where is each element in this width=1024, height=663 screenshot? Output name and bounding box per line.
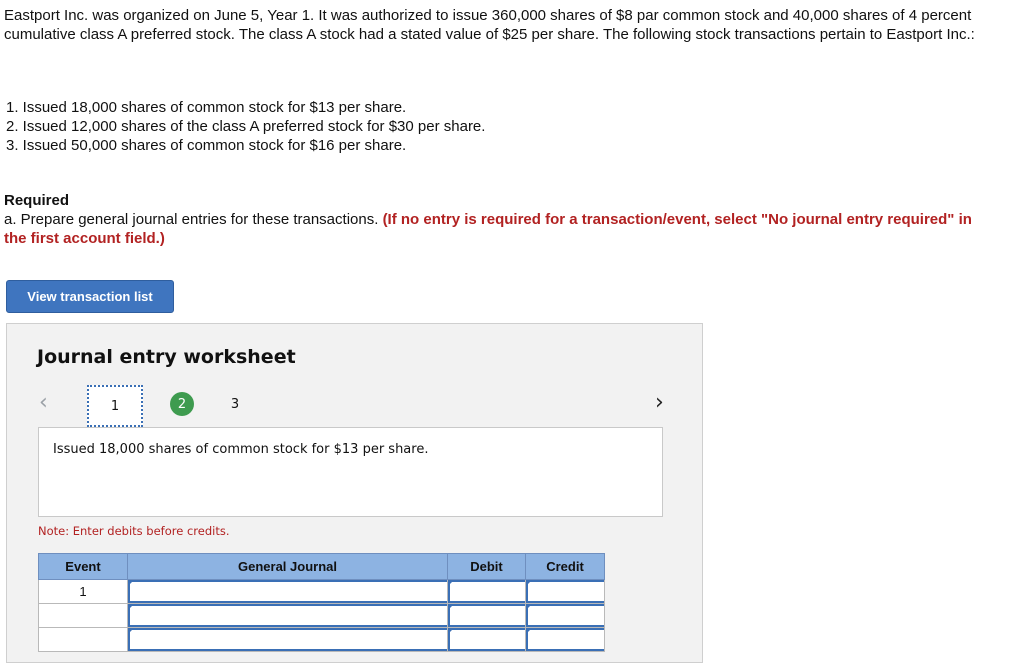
journal-entry-worksheet: Journal entry worksheet ‹ 1 2 3 › Issued… xyxy=(6,323,703,663)
credit-field[interactable] xyxy=(525,603,605,628)
entry-note: Note: Enter debits before credits. xyxy=(38,524,230,538)
credit-input[interactable] xyxy=(526,604,604,627)
required-part: a. Prepare general journal entries for t… xyxy=(4,211,379,228)
account-field[interactable] xyxy=(127,627,448,652)
header-event: Event xyxy=(38,553,128,580)
debit-field[interactable] xyxy=(447,603,526,628)
view-transaction-list-button[interactable]: View transaction list xyxy=(6,280,174,313)
credit-field[interactable] xyxy=(525,627,605,652)
debit-field[interactable] xyxy=(447,579,526,604)
account-input[interactable] xyxy=(128,580,447,603)
header-credit: Credit xyxy=(525,553,605,580)
debit-field[interactable] xyxy=(447,627,526,652)
transaction-description: Issued 18,000 shares of common stock for… xyxy=(38,427,663,517)
journal-table: Event General Journal Debit Credit 1 xyxy=(38,553,605,652)
event-cell xyxy=(38,627,128,652)
step-1-tab[interactable]: 1 xyxy=(87,385,143,427)
transaction-list: 1. Issued 18,000 shares of common stock … xyxy=(6,98,485,155)
problem-intro: Eastport Inc. was organized on June 5, Y… xyxy=(4,7,975,43)
required-heading: Required xyxy=(4,192,70,209)
step-2-tab[interactable]: 2 xyxy=(170,392,194,416)
event-cell: 1 xyxy=(38,579,128,604)
debit-input[interactable] xyxy=(448,604,525,627)
step-3-tab[interactable]: 3 xyxy=(225,394,245,414)
debit-input[interactable] xyxy=(448,628,525,651)
account-input[interactable] xyxy=(128,604,447,627)
header-general-journal: General Journal xyxy=(127,553,448,580)
required-text: a. Prepare general journal entries for t… xyxy=(4,210,994,248)
account-input[interactable] xyxy=(128,628,447,651)
transaction-item: 1. Issued 18,000 shares of common stock … xyxy=(6,99,407,116)
chevron-left-icon[interactable]: ‹ xyxy=(39,390,48,415)
table-row xyxy=(38,603,605,628)
table-row xyxy=(38,627,605,652)
worksheet-title: Journal entry worksheet xyxy=(37,346,296,368)
credit-input[interactable] xyxy=(526,580,604,603)
transaction-item: 2. Issued 12,000 shares of the class A p… xyxy=(6,118,486,135)
account-field[interactable] xyxy=(127,579,448,604)
event-cell xyxy=(38,603,128,628)
header-debit: Debit xyxy=(447,553,526,580)
chevron-right-icon[interactable]: › xyxy=(655,390,664,415)
account-field[interactable] xyxy=(127,603,448,628)
credit-field[interactable] xyxy=(525,579,605,604)
transaction-item: 3. Issued 50,000 shares of common stock … xyxy=(6,137,407,154)
debit-input[interactable] xyxy=(448,580,525,603)
credit-input[interactable] xyxy=(526,628,604,651)
table-row: 1 xyxy=(38,579,605,604)
